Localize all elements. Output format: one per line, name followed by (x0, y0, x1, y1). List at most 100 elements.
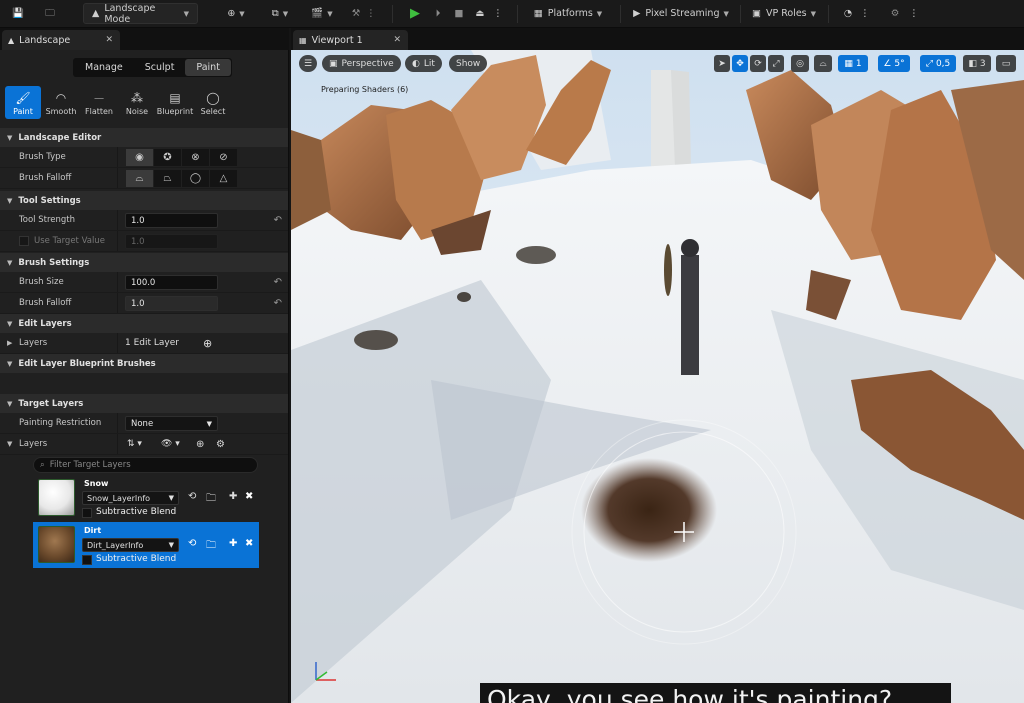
create-icon[interactable]: ✚ (229, 538, 237, 549)
step-icon[interactable]: ⏵ (428, 3, 448, 24)
play-options-icon[interactable]: ⋮ (493, 3, 503, 24)
brush-falloff-field[interactable]: 1.0 (125, 296, 218, 311)
subtractive-blend-label: Subtractive Blend (96, 507, 177, 517)
painting-restriction-select[interactable]: None ▼ (125, 416, 218, 431)
reset-icon[interactable]: ↶ (274, 215, 282, 226)
play-icon[interactable]: ▶ (405, 3, 425, 24)
blueprint-icon[interactable]: ⧉ ▼ (265, 3, 295, 24)
delete-icon[interactable]: ✖ (245, 491, 253, 502)
circle-brush-icon[interactable]: ◉ (126, 148, 153, 166)
filter-target-layers-input[interactable]: ⌕ Filter Target Layers (33, 457, 258, 473)
stop-icon[interactable]: ■ (450, 3, 468, 24)
tip-falloff-icon[interactable]: △ (210, 169, 237, 187)
tool-select[interactable]: ◯ Select (195, 86, 231, 119)
section-tool-settings[interactable]: ▼ Tool Settings (0, 191, 288, 210)
viewport-menu-icon[interactable]: ☰ (299, 55, 317, 72)
layer-info-select[interactable]: Snow_LayerInfo ▼ (82, 491, 179, 505)
section-blueprint-brushes[interactable]: ▼ Edit Layer Blueprint Brushes (0, 354, 288, 373)
tab-manage[interactable]: Manage (74, 59, 134, 76)
camera-speed-button[interactable]: ◧ 3 (963, 55, 991, 72)
brush-size-field[interactable]: 100.0 (125, 275, 218, 290)
lit-button[interactable]: ◐ Lit (405, 55, 442, 72)
grid-snap-toggle[interactable]: ▦ 1 (838, 55, 868, 72)
chevron-right-icon[interactable]: ▶ (7, 339, 12, 347)
more-options-icon[interactable]: ⋮ (909, 3, 919, 24)
pattern-brush-icon[interactable]: ⊗ (182, 148, 209, 166)
subtractive-blend-checkbox[interactable] (82, 508, 92, 518)
reset-icon[interactable]: ↶ (274, 277, 282, 288)
tab-paint[interactable]: Paint (185, 59, 231, 76)
select-mode-icon[interactable]: ➤ (714, 55, 730, 72)
tool-noise[interactable]: ⁂ Noise (119, 86, 155, 119)
spherical-falloff-icon[interactable]: ◯ (182, 169, 209, 187)
add-actor-icon[interactable]: ⊕ ▼ (222, 3, 250, 24)
delete-icon[interactable]: ✖ (245, 538, 253, 549)
use-target-value-checkbox[interactable] (19, 236, 29, 246)
tab-landscape[interactable]: ▲ Landscape ✕ (2, 30, 120, 50)
chevron-down-icon[interactable]: ▼ (7, 440, 12, 448)
tool-label: Smooth (45, 107, 77, 116)
mode-dropdown[interactable]: ▲ Landscape Mode ▼ (83, 3, 198, 25)
layer-settings-icon[interactable]: ⚙ (216, 439, 225, 450)
reset-icon[interactable]: ↶ (274, 298, 282, 309)
tool-smooth[interactable]: ◠ Smooth (43, 86, 79, 119)
coordinate-space-icon[interactable]: ◎ (791, 55, 809, 72)
section-brush-settings[interactable]: ▼ Brush Settings (0, 253, 288, 272)
settings-icon[interactable]: ⚙ (885, 3, 905, 24)
save-icon[interactable]: 💾 (8, 3, 28, 24)
linear-falloff-icon[interactable]: ⏢ (154, 169, 181, 187)
tool-paint[interactable]: 🖌 Paint (5, 86, 41, 119)
vp-roles-label: VP Roles (765, 8, 807, 19)
add-layer-icon[interactable]: ⊕ (196, 439, 204, 450)
chevron-down-icon: ▼ (7, 258, 13, 267)
build-icon[interactable]: ⚒ (346, 3, 366, 24)
scale-icon[interactable]: ⤢ (768, 55, 784, 72)
browse-icon[interactable]: 🗀 (206, 538, 216, 555)
rotate-icon[interactable]: ⟳ (750, 55, 766, 72)
component-brush-icon[interactable]: ⊘ (210, 148, 237, 166)
browse-icon[interactable]: 🗀 (206, 491, 216, 508)
layer-name: Dirt (84, 526, 102, 535)
pixel-streaming-dropdown[interactable]: ▶ Pixel Streaming ▼ (630, 3, 732, 24)
tab-sculpt[interactable]: Sculpt (134, 59, 186, 76)
more-options-icon[interactable]: ⋮ (366, 3, 376, 24)
content-browser-icon[interactable]: 🗀 (40, 3, 60, 24)
target-layer-dirt[interactable]: Dirt Dirt_LayerInfo ▼ ⟲ 🗀 ✚ ✖ Subtractiv… (33, 522, 259, 568)
close-icon[interactable]: ✕ (105, 35, 113, 45)
subtractive-blend-checkbox[interactable] (82, 555, 92, 565)
smooth-falloff-icon[interactable]: ⌓ (126, 169, 153, 187)
scale-snap-toggle[interactable]: ⤢ 0,5 (920, 55, 956, 72)
sort-icon[interactable]: ⇅ ▾ (127, 439, 142, 449)
alpha-brush-icon[interactable]: ✪ (154, 148, 181, 166)
platforms-dropdown[interactable]: ▦ Platforms ▼ (528, 3, 608, 24)
close-icon[interactable]: ✕ (393, 35, 401, 45)
section-landscape-editor[interactable]: ▼ Landscape Editor (0, 128, 288, 147)
use-selected-icon[interactable]: ⟲ (188, 538, 196, 549)
perspective-button[interactable]: ▣ Perspective (322, 55, 401, 72)
cinematics-icon[interactable]: 🎬 ▼ (307, 3, 337, 24)
layer-info-value: Dirt_LayerInfo (87, 540, 144, 550)
brush-falloff-value-row: Brush Falloff 1.0 ↶ (0, 293, 288, 314)
layer-info-select[interactable]: Dirt_LayerInfo ▼ (82, 538, 179, 552)
vp-roles-dropdown[interactable]: ▣ VP Roles ▼ (750, 3, 818, 24)
create-icon[interactable]: ✚ (229, 491, 237, 502)
section-target-layers[interactable]: ▼ Target Layers (0, 394, 288, 413)
show-button[interactable]: Show (449, 55, 488, 72)
use-selected-icon[interactable]: ⟲ (188, 491, 196, 502)
add-layer-icon[interactable]: ⊕ (203, 337, 212, 350)
tool-strength-field[interactable]: 1.0 (125, 213, 218, 228)
tool-blueprint[interactable]: ▤ Blueprint (157, 86, 194, 119)
section-edit-layers[interactable]: ▼ Edit Layers (0, 314, 288, 333)
performance-icon[interactable]: ◔ (838, 3, 858, 24)
visibility-icon[interactable]: 👁 ▾ (161, 439, 180, 449)
rotation-snap-toggle[interactable]: ∠ 5° (878, 55, 910, 72)
tool-flatten[interactable]: ⏤ Flatten (81, 86, 117, 119)
maximize-viewport-icon[interactable]: ▭ (996, 55, 1016, 72)
more-options-icon[interactable]: ⋮ (860, 3, 870, 24)
translate-icon[interactable]: ✥ (732, 55, 748, 72)
target-layer-snow[interactable]: Snow Snow_LayerInfo ▼ ⟲ 🗀 ✚ ✖ Subtractiv… (33, 475, 259, 521)
surface-snapping-icon[interactable]: ⌓ (814, 55, 832, 72)
eject-icon[interactable]: ⏏ (471, 3, 489, 24)
level-viewport[interactable]: ☰ ▣ Perspective ◐ Lit Show ➤ ✥ ⟳ ⤢ ◎ ⌓ ▦… (291, 50, 1024, 703)
tab-viewport[interactable]: ▦ Viewport 1 ✕ (293, 30, 408, 50)
